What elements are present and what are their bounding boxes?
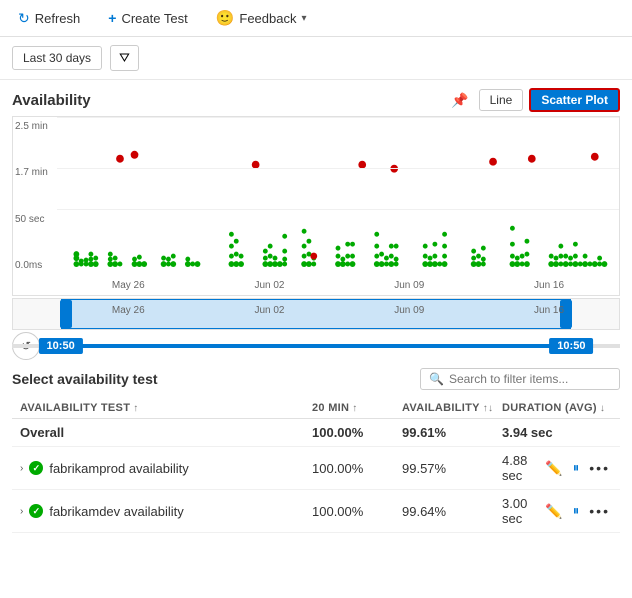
refresh-icon: ↻ [18,10,30,27]
search-icon: 🔍 [429,372,444,386]
y-label-0: 2.5 min [15,121,53,132]
funnel-button[interactable]: ⛛ [110,45,139,71]
expand-arrow-1[interactable]: › [20,463,23,474]
search-box: 🔍 [420,368,620,390]
refresh-button[interactable]: ↻ Refresh [12,7,86,30]
grid-line-1 [57,168,619,169]
scatter-plot-button[interactable]: Scatter Plot [529,88,620,112]
funnel-icon: ⛛ [119,50,130,65]
availability-chart: 2.5 min 1.7 min 50 sec 0.0ms [12,116,620,296]
row-1-20min: 100.00% [312,461,402,476]
overall-row: Overall 100.00% 99.61% 3.94 sec [12,419,620,447]
scrubber-label-1: Jun 02 [254,305,284,316]
line-label: Line [490,93,513,107]
top-bar: ↻ Refresh + Create Test 🙂 Feedback ▾ [0,0,632,37]
overall-duration: 3.94 sec [502,425,612,440]
availability-section-header: Availability 📌 Line Scatter Plot [12,88,620,112]
row-2-duration-cell: 3.00 sec ✏️ ⏸ ••• [502,496,612,526]
grid-line-2 [57,209,619,210]
timeline-range-bar: ↺ 10:50 10:50 [12,332,620,360]
row-2-20min: 100.00% [312,504,402,519]
line-chart-button[interactable]: Line [479,89,524,111]
status-check-1: ✓ [29,461,43,475]
select-section: Select availability test 🔍 [12,368,620,390]
date-range-button[interactable]: Last 30 days [12,46,102,70]
table-row: › ✓ fabrikamprod availability 100.00% 99… [12,447,620,490]
row-1-more-button[interactable]: ••• [587,458,612,478]
date-range-label: Last 30 days [23,51,91,65]
main-content: Availability 📌 Line Scatter Plot 2.5 min… [0,80,632,533]
status-check-2: ✓ [29,504,43,518]
row-1-duration: 4.88 sec [502,453,543,483]
range-bar-fill [61,344,572,348]
feedback-button[interactable]: 🙂 Feedback ▾ [210,6,313,30]
row-1-name: › ✓ fabrikamprod availability [20,461,312,476]
row-1-availability: 99.57% [402,461,502,476]
expand-arrow-2[interactable]: › [20,506,23,517]
chart-controls: 📌 Line Scatter Plot [447,88,620,112]
timeline-scrubber[interactable]: May 26 Jun 02 Jun 09 Jun 16 [12,298,620,330]
create-test-button[interactable]: + Create Test [102,7,193,29]
overall-row-name: Overall [20,425,312,440]
row-2-label: fabrikamdev availability [49,504,183,519]
chart-x-labels: May 26 Jun 02 Jun 09 Jun 16 [57,275,619,295]
range-time-start: 10:50 [39,338,83,354]
plus-icon: + [108,10,116,26]
row-2-edit-button[interactable]: ✏️ [543,501,564,522]
pin-icon[interactable]: 📌 [447,90,472,111]
select-title: Select availability test [12,371,158,387]
row-1-label: fabrikamprod availability [49,461,188,476]
x-label-3: Jun 16 [534,280,564,291]
overall-label: Overall [20,425,64,440]
row-2-pause-button[interactable]: ⏸ [571,501,582,521]
row-2-name: › ✓ fabrikamdev availability [20,504,312,519]
overall-availability: 99.61% [402,425,502,440]
col-header-20min: 20 MIN ↑ [312,402,402,414]
row-2-availability: 99.64% [402,504,502,519]
availability-title: Availability [12,92,91,109]
y-label-3: 0.0ms [15,260,53,271]
chevron-down-icon: ▾ [301,13,306,24]
row-1-duration-cell: 4.88 sec ✏️ ⏸ ••• [502,453,612,483]
scrubber-label-0: May 26 [112,305,145,316]
table-header: AVAILABILITY TEST ↑ 20 MIN ↑ AVAILABILIT… [12,398,620,419]
row-2-actions: ✏️ ⏸ ••• [543,501,612,522]
sort-icon-20min[interactable]: ↑ [352,403,357,414]
x-label-2: Jun 09 [394,280,424,291]
smile-icon: 🙂 [216,9,235,27]
sort-icon-duration[interactable]: ↓ [600,403,605,414]
refresh-label: Refresh [35,11,81,26]
col-header-availability: AVAILABILITY ↑↓ [402,402,502,414]
range-time-end: 10:50 [549,338,593,354]
chart-plot [57,117,619,271]
x-label-0: May 26 [112,280,145,291]
search-input[interactable] [449,372,611,386]
row-2-duration: 3.00 sec [502,496,543,526]
availability-table: AVAILABILITY TEST ↑ 20 MIN ↑ AVAILABILIT… [12,398,620,533]
scrubber-x-labels: May 26 Jun 02 Jun 09 Jun 16 [57,305,619,316]
col-header-name: AVAILABILITY TEST ↑ [20,402,312,414]
scrubber-label-3: Jun 16 [534,305,564,316]
row-1-edit-button[interactable]: ✏️ [543,458,564,479]
row-2-more-button[interactable]: ••• [587,501,612,521]
feedback-label: Feedback [239,11,296,26]
overall-20min: 100.00% [312,425,402,440]
col-header-duration: DURATION (AVG) ↓ [502,402,612,414]
scatter-plot-svg [57,117,619,271]
grid-line-top [57,117,619,118]
x-label-1: Jun 02 [254,280,284,291]
y-label-2: 50 sec [15,214,53,225]
table-row: › ✓ fabrikamdev availability 100.00% 99.… [12,490,620,533]
sort-icon-availability[interactable]: ↑↓ [483,403,494,414]
sort-icon-name[interactable]: ↑ [133,403,138,414]
row-1-actions: ✏️ ⏸ ••• [543,458,612,479]
create-test-label: Create Test [121,11,187,26]
filter-bar: Last 30 days ⛛ [0,37,632,80]
row-1-pause-button[interactable]: ⏸ [571,458,582,478]
scatter-label: Scatter Plot [541,93,608,107]
chart-y-labels: 2.5 min 1.7 min 50 sec 0.0ms [13,117,57,271]
scrubber-label-2: Jun 09 [394,305,424,316]
y-label-1: 1.7 min [15,167,53,178]
